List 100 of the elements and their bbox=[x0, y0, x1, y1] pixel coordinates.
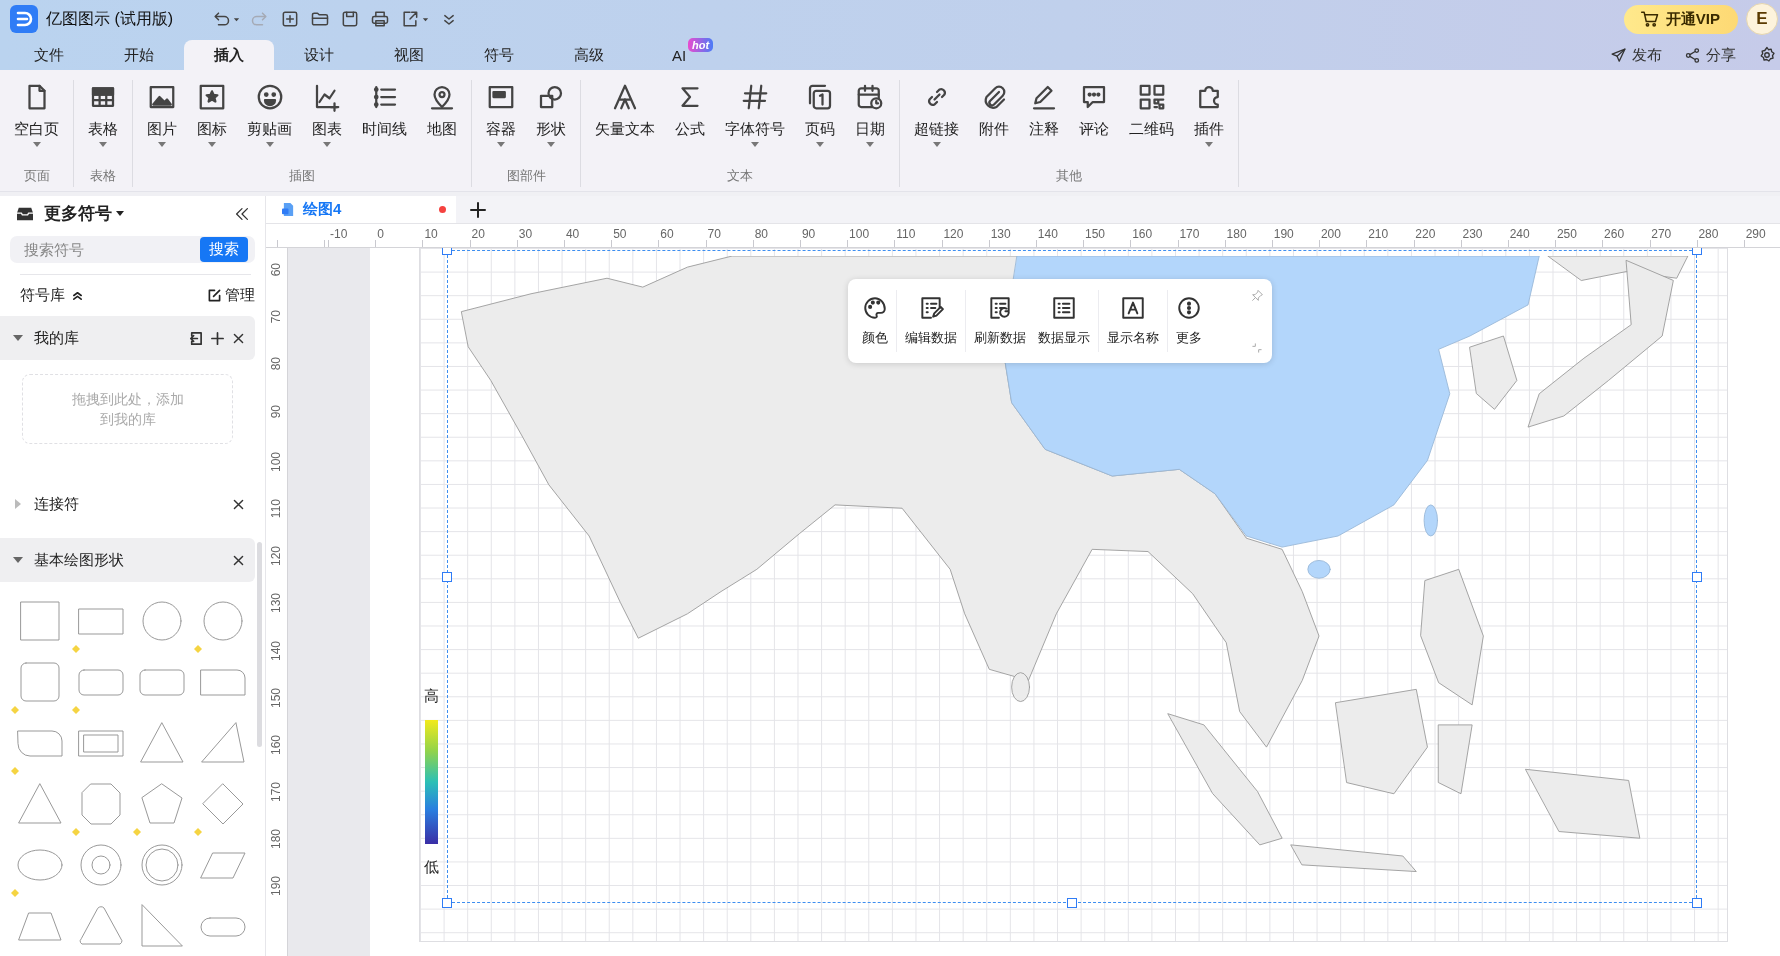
star-frame-icon bbox=[197, 82, 227, 112]
close-icon[interactable] bbox=[232, 553, 245, 567]
ribbon-group-label: 其他 bbox=[1055, 167, 1083, 185]
resize-handle[interactable] bbox=[1692, 248, 1702, 255]
ribbon-button[interactable]: 时间线 bbox=[354, 80, 415, 167]
map-toolbar-button[interactable]: 更多 bbox=[1170, 295, 1208, 347]
menu-tab[interactable]: 文件 bbox=[4, 40, 94, 70]
ribbon-button[interactable]: 剪贴画 bbox=[239, 80, 300, 167]
ruler-label: 210 bbox=[1367, 226, 1390, 243]
ruler-label: 250 bbox=[1555, 226, 1578, 243]
ribbon-button[interactable]: 字体符号 bbox=[717, 80, 793, 167]
ribbon-button[interactable]: 矢量文本 bbox=[587, 80, 663, 167]
ruler-label: 290 bbox=[1744, 226, 1767, 243]
menu-tab[interactable]: AI hot bbox=[634, 40, 724, 70]
menu-tab[interactable]: 设计 bbox=[274, 40, 364, 70]
document-tab[interactable]: 绘图4 bbox=[266, 196, 456, 223]
app-logo-icon bbox=[10, 5, 38, 33]
menu-tab[interactable]: 开始 bbox=[94, 40, 184, 70]
section-name: 我的库 bbox=[34, 328, 79, 348]
ruler-label: 150 bbox=[269, 687, 283, 708]
ribbon-button[interactable]: 图片 bbox=[139, 80, 185, 167]
ruler-label: 100 bbox=[269, 451, 283, 472]
menu-tab[interactable]: 符号 bbox=[454, 40, 544, 70]
ruler-label: 70 bbox=[269, 310, 283, 324]
ruler-label: 200 bbox=[1319, 226, 1342, 243]
ribbon-button[interactable]: 二维码 bbox=[1121, 80, 1182, 167]
ribbon-button[interactable]: 容器 bbox=[478, 80, 524, 167]
close-icon[interactable] bbox=[232, 497, 245, 511]
caret-icon bbox=[422, 15, 430, 23]
search-button[interactable]: 搜索 bbox=[200, 236, 248, 262]
ribbon-button[interactable]: 形状 bbox=[528, 80, 574, 167]
scrollbar[interactable] bbox=[257, 542, 262, 747]
ruler-label: 100 bbox=[848, 226, 871, 243]
ribbon-button[interactable]: 注释 bbox=[1021, 80, 1067, 167]
search-field[interactable]: 搜索符号 搜索 bbox=[10, 235, 255, 263]
ruler-label: 190 bbox=[269, 876, 283, 897]
ruler-label: 180 bbox=[1225, 226, 1248, 243]
map-toolbar-button[interactable]: 颜色 bbox=[856, 295, 894, 347]
vip-button[interactable]: 开通VIP bbox=[1623, 4, 1738, 34]
ruler-label: 140 bbox=[1036, 226, 1059, 243]
publish-button[interactable]: 发布 bbox=[1610, 40, 1662, 70]
ruler-label: 150 bbox=[1084, 226, 1107, 243]
library-section-header[interactable]: 我的库 bbox=[0, 316, 255, 360]
ribbon-button[interactable]: 空白页 bbox=[6, 80, 67, 167]
ribbon-button[interactable]: 评论 bbox=[1071, 80, 1117, 167]
ruler-label: 0 bbox=[376, 226, 385, 243]
ruler-label: 240 bbox=[1508, 226, 1531, 243]
library-section-header[interactable]: 基本绘图形状 bbox=[0, 538, 255, 582]
ruler-label: 170 bbox=[1178, 226, 1201, 243]
ribbon-button[interactable]: 图表 bbox=[304, 80, 350, 167]
tray-icon bbox=[16, 205, 34, 222]
avatar[interactable]: E bbox=[1746, 3, 1778, 35]
ruler-label: 180 bbox=[269, 829, 283, 850]
menu-tab[interactable]: 高级 bbox=[544, 40, 634, 70]
map-toolbar-button[interactable]: 刷新数据 bbox=[968, 295, 1032, 347]
expanded-triangle-icon bbox=[13, 333, 23, 343]
add-tab-icon[interactable] bbox=[470, 201, 486, 218]
pin-icon[interactable] bbox=[1251, 289, 1264, 302]
resize-handle[interactable] bbox=[1692, 571, 1702, 582]
menu-tab[interactable]: 视图 bbox=[364, 40, 454, 70]
import-icon[interactable] bbox=[188, 330, 203, 346]
caret-icon bbox=[233, 15, 241, 23]
ruler-label: 40 bbox=[564, 226, 581, 243]
ribbon-button[interactable]: 插件 bbox=[1186, 80, 1232, 167]
manage-button[interactable]: 管理 bbox=[208, 285, 255, 305]
share-button[interactable]: 分享 bbox=[1684, 40, 1736, 70]
edit-list-icon bbox=[918, 295, 944, 321]
menu-tab[interactable]: 插入 bbox=[184, 40, 274, 70]
ruler-label: 110 bbox=[895, 226, 917, 243]
resize-handle[interactable] bbox=[442, 898, 452, 908]
map-toolbar-button[interactable]: 数据显示 bbox=[1032, 295, 1096, 347]
library-section-header[interactable]: 连接符 bbox=[0, 482, 255, 526]
close-icon[interactable] bbox=[232, 331, 245, 345]
ribbon-button[interactable]: 附件 bbox=[971, 80, 1017, 167]
ribbon-button[interactable]: 日期 bbox=[847, 80, 893, 167]
resize-handle[interactable] bbox=[1067, 898, 1077, 908]
settings-icon[interactable] bbox=[1758, 46, 1776, 64]
ribbon-button[interactable]: 超链接 bbox=[906, 80, 967, 167]
library-menu[interactable]: 更多符号 bbox=[44, 202, 124, 226]
ribbon-button[interactable]: 地图 bbox=[419, 80, 465, 167]
send-icon bbox=[1610, 46, 1627, 64]
ribbon-button[interactable]: 页码 bbox=[797, 80, 843, 167]
resize-handle[interactable] bbox=[442, 571, 452, 582]
library-toggle[interactable]: 符号库 bbox=[20, 285, 83, 305]
letter-a-icon bbox=[1120, 295, 1146, 321]
add-icon[interactable] bbox=[210, 330, 225, 346]
ribbon-group-label: 插图 bbox=[288, 167, 316, 185]
calendar-clock-icon bbox=[855, 82, 885, 112]
ruler-label: 10 bbox=[423, 226, 439, 243]
document-icon bbox=[282, 202, 295, 217]
ribbon-button[interactable]: 公式 bbox=[667, 80, 713, 167]
folder-icon bbox=[310, 9, 331, 29]
ribbon-button[interactable]: 表格 bbox=[80, 80, 126, 167]
map-toolbar-button[interactable]: 显示名称 bbox=[1101, 295, 1165, 347]
ribbon-button[interactable]: 图标 bbox=[189, 80, 235, 167]
shrink-icon[interactable] bbox=[1252, 343, 1262, 353]
map-toolbar-button[interactable]: 编辑数据 bbox=[899, 295, 963, 347]
resize-handle[interactable] bbox=[1692, 898, 1702, 908]
ruler-label: 170 bbox=[269, 782, 283, 803]
resize-handle[interactable] bbox=[442, 248, 452, 255]
